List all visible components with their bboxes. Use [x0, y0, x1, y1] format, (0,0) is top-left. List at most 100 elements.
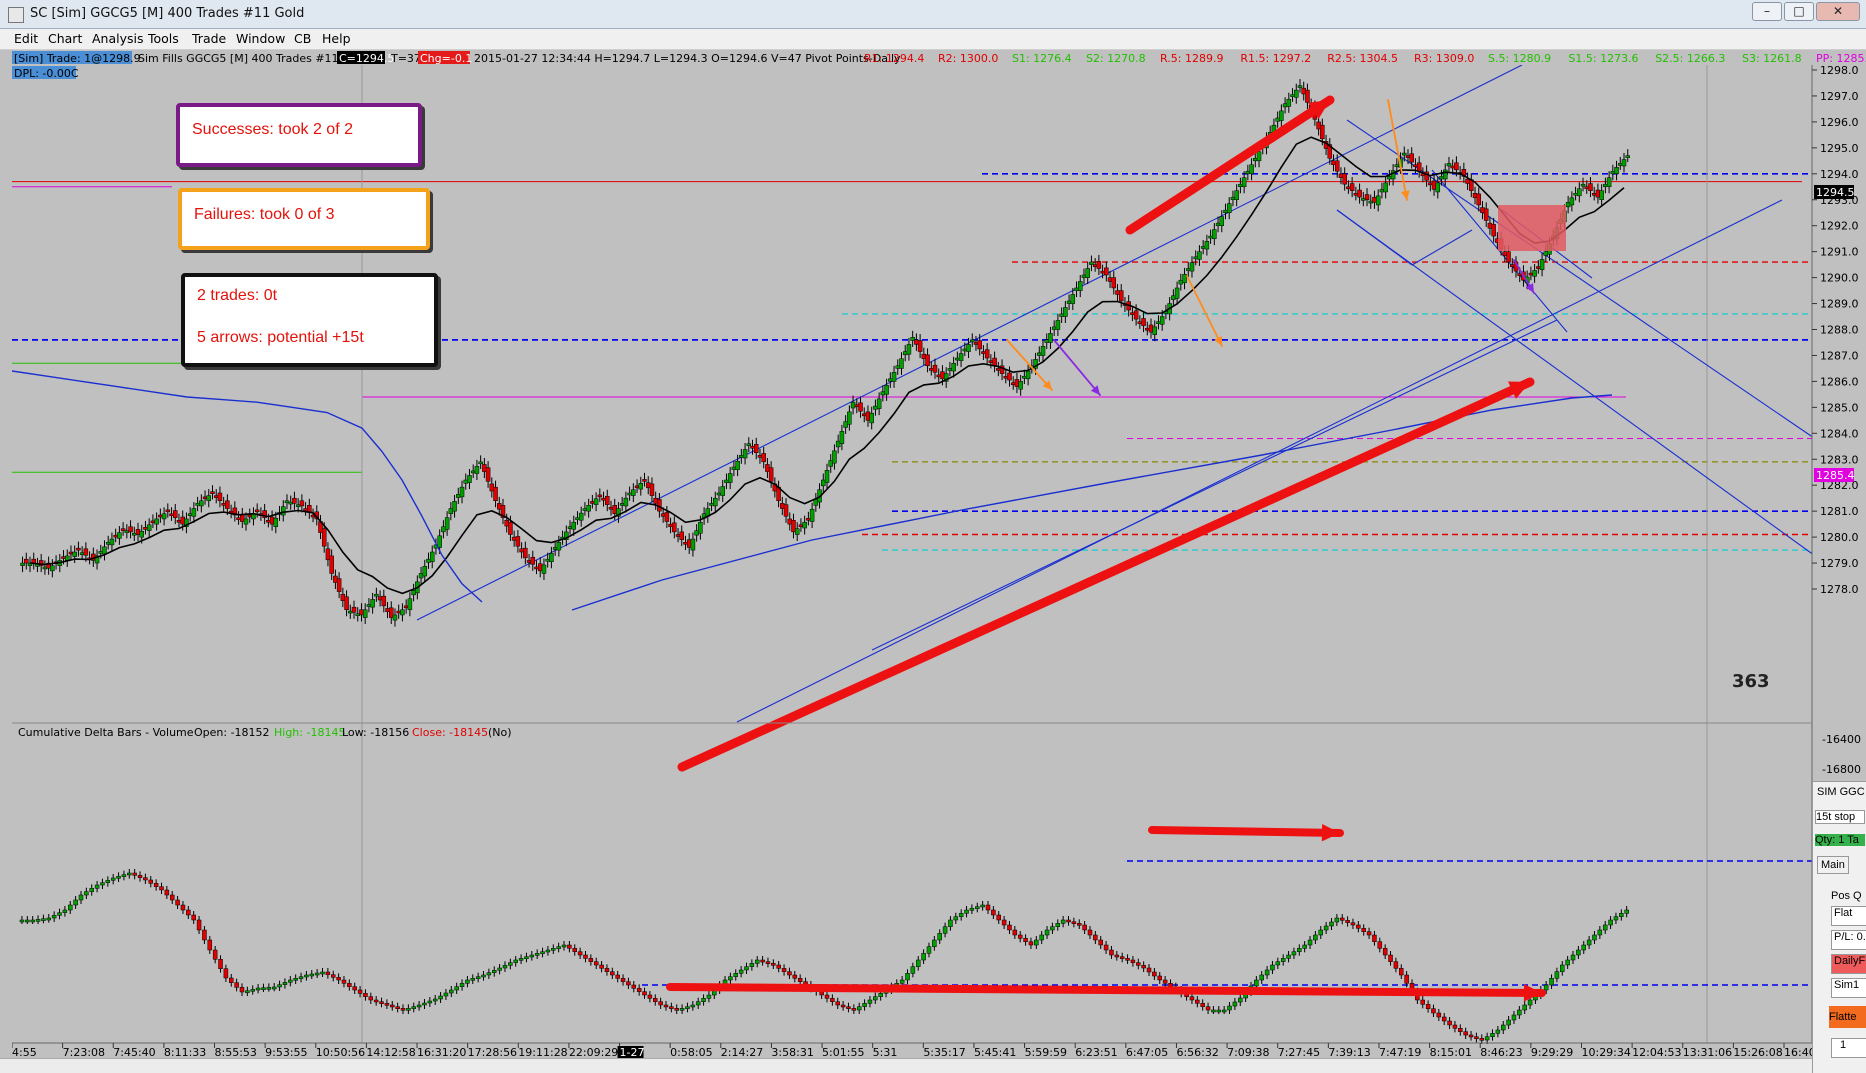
delta-axis-tick: -16800: [1822, 763, 1861, 776]
delta-bar: [551, 948, 556, 951]
delta-bar: [352, 986, 357, 991]
candle-body: [1394, 164, 1400, 167]
candle-body: [467, 475, 472, 483]
delta-bar: [862, 1003, 867, 1007]
candle-body: [809, 508, 815, 522]
candle-body: [1152, 326, 1157, 335]
delta-bar: [314, 972, 320, 976]
trade-window[interactable]: SIM GGC 15t stop Qty: 1 Ta Main Pos Q Fl…: [1812, 781, 1866, 1073]
menu-analysis[interactable]: Analysis: [92, 31, 144, 46]
candle-body: [143, 527, 148, 530]
candle-body: [1186, 268, 1191, 271]
menu-help[interactable]: Help: [322, 31, 351, 46]
delta-bar: [824, 994, 830, 999]
delta-bar: [218, 959, 223, 969]
delta-bar: [212, 949, 218, 960]
delta-bar: [1098, 939, 1103, 946]
delta-bar: [1500, 1024, 1506, 1031]
delta-bar: [1506, 1019, 1511, 1026]
menu-cb[interactable]: CB: [294, 31, 311, 46]
delta-bar: [282, 982, 288, 985]
maximize-button[interactable]: □: [1784, 2, 1814, 21]
delta-bar: [1227, 1005, 1232, 1011]
candle-body: [370, 599, 375, 608]
candle-body: [281, 506, 286, 516]
candle-body: [146, 524, 152, 531]
candle-body: [791, 519, 796, 533]
menu-edit[interactable]: Edit: [14, 31, 38, 46]
delta-bar: [1039, 934, 1044, 941]
delta-bar: [1200, 1003, 1205, 1007]
candle-body: [780, 503, 785, 509]
delta-bar: [309, 973, 315, 977]
candle-body: [1338, 173, 1344, 178]
delta-bar: [701, 998, 706, 1002]
candle-body: [180, 516, 185, 525]
flatten-button[interactable]: Flatte: [1829, 1006, 1866, 1028]
qty-input[interactable]: 1: [1831, 1038, 1866, 1058]
menu-window[interactable]: Window: [236, 31, 285, 46]
delta-bar: [486, 972, 492, 976]
candle-body: [1070, 294, 1076, 304]
candle-body: [210, 491, 215, 494]
menu-chart[interactable]: Chart: [48, 31, 82, 46]
candle-body: [456, 494, 461, 498]
candle-body: [582, 508, 588, 511]
delta-bar: [776, 964, 781, 969]
delta-bar: [368, 996, 374, 1001]
candle-body: [288, 501, 293, 505]
delta-bar: [465, 979, 470, 984]
time-tick-label: 16:31:20: [417, 1046, 466, 1058]
account-field[interactable]: Sim1: [1831, 978, 1866, 998]
delta-bar: [754, 959, 760, 964]
pivot-label: S2: 1270.8: [1086, 52, 1146, 65]
delta-bar: [1168, 983, 1173, 987]
menu-tools[interactable]: Tools: [148, 31, 179, 46]
delta-bar: [1479, 1038, 1485, 1041]
candle-body: [1279, 110, 1284, 121]
delta-bar: [1286, 954, 1291, 959]
stop-selector[interactable]: 15t stop: [1815, 810, 1865, 824]
time-tick-label: 5:31: [873, 1046, 898, 1058]
candle-body: [1256, 151, 1262, 162]
time-tick-label: 19:11:28: [518, 1046, 567, 1058]
daily-field: DailyF: [1831, 954, 1866, 974]
candle-body: [664, 512, 670, 522]
tab-main[interactable]: Main: [1817, 856, 1849, 874]
delta-bar: [94, 884, 100, 889]
delta-bar: [948, 919, 953, 927]
candle-body: [187, 513, 193, 516]
menu-trade[interactable]: Trade: [192, 31, 226, 46]
candle-body: [102, 546, 107, 555]
candle-body: [936, 374, 941, 378]
delta-bar: [1109, 949, 1114, 956]
candle-body: [169, 513, 174, 516]
delta-bar: [937, 933, 942, 941]
candle-body: [973, 342, 979, 345]
delta-bar: [1576, 949, 1581, 956]
delta-bar: [851, 1008, 857, 1011]
delta-bar: [1554, 971, 1560, 979]
candle-body: [1085, 268, 1090, 278]
delta-bar: [1549, 978, 1554, 986]
delta-bar: [1366, 931, 1372, 936]
price-tick-label: 1278.0: [1820, 583, 1859, 596]
delta-bar: [73, 899, 78, 906]
minimize-button[interactable]: –: [1752, 2, 1782, 21]
candle-body: [1219, 216, 1225, 226]
candle-body: [176, 519, 182, 523]
candle-body: [634, 485, 640, 489]
price-tick-label: 1279.0: [1820, 557, 1859, 570]
candle-body: [605, 495, 610, 505]
candle-body: [1092, 264, 1098, 267]
candle-body: [240, 514, 245, 522]
candle-body: [724, 479, 729, 483]
delta-bar: [873, 996, 878, 1001]
candle-body: [50, 565, 55, 572]
candle-body: [1294, 89, 1299, 98]
candle-body: [1517, 273, 1522, 276]
delta-bar: [1146, 967, 1152, 973]
candle-body: [1025, 370, 1031, 380]
close-button[interactable]: ✕: [1816, 2, 1860, 21]
candle-body: [221, 503, 226, 506]
